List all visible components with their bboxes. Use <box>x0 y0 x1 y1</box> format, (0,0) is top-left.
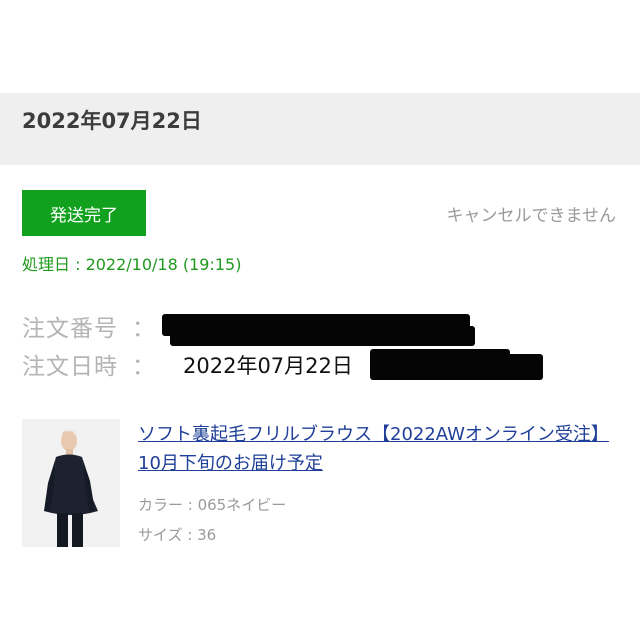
order-datetime-colon: ： <box>132 354 155 380</box>
order-date-header: 2022年07月22日 <box>0 93 640 165</box>
order-datetime-value: 2022年07月22日 <box>183 354 353 378</box>
shipped-status-button[interactable]: 発送完了 <box>22 190 146 236</box>
cancel-unavailable-text: キャンセルできません <box>446 206 617 226</box>
product-model-image <box>22 419 120 547</box>
product-color: カラー : 065ネイビー <box>138 496 287 514</box>
order-number-label: 注文番号 <box>22 316 118 342</box>
order-number-redaction-2 <box>170 326 475 346</box>
order-number-colon: ： <box>132 316 155 342</box>
product-name-link[interactable]: ソフト裏起毛フリルブラウス【2022AWオンライン受注】 10月下旬のお届け予定 <box>138 420 624 478</box>
product-thumbnail[interactable] <box>22 419 120 547</box>
product-size: サイズ : 36 <box>138 526 217 544</box>
processed-date: 処理日 : 2022/10/18 (19:15) <box>22 255 242 274</box>
order-datetime-label: 注文日時 <box>22 354 118 380</box>
order-date-heading: 2022年07月22日 <box>22 109 202 133</box>
order-time-redaction-2 <box>395 354 543 380</box>
